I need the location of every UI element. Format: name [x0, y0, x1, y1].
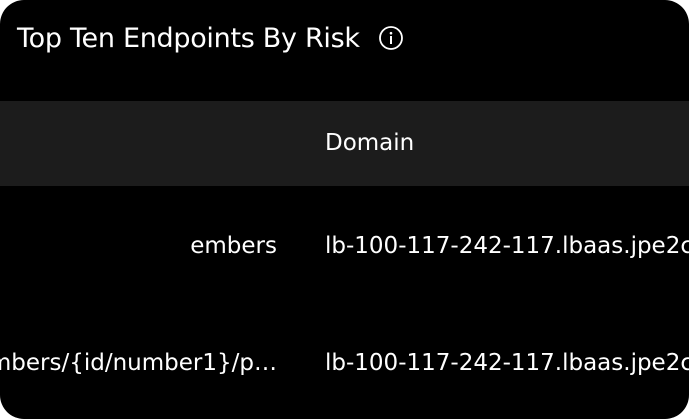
table-header: Domain: [0, 101, 689, 186]
widget-title: Top Ten Endpoints By Risk: [17, 22, 360, 54]
domain-cell: lb-100-117-242-117.lbaas.jpe2c.do: [325, 233, 689, 259]
table-row[interactable]: mbers/{id/number1}/p… lb-100-117-242-117…: [0, 320, 689, 406]
endpoint-cell: mbers/{id/number1}/p…: [0, 350, 277, 376]
domain-cell: lb-100-117-242-117.lbaas.jpe2c.do: [325, 350, 689, 376]
info-icon[interactable]: [378, 25, 404, 51]
column-header-domain[interactable]: Domain: [325, 101, 414, 186]
table-row[interactable]: embers lb-100-117-242-117.lbaas.jpe2c.do: [0, 203, 689, 289]
endpoints-risk-widget: Top Ten Endpoints By Risk Domain embers …: [0, 0, 689, 419]
endpoint-cell: embers: [190, 233, 277, 259]
widget-header: Top Ten Endpoints By Risk: [17, 18, 404, 58]
